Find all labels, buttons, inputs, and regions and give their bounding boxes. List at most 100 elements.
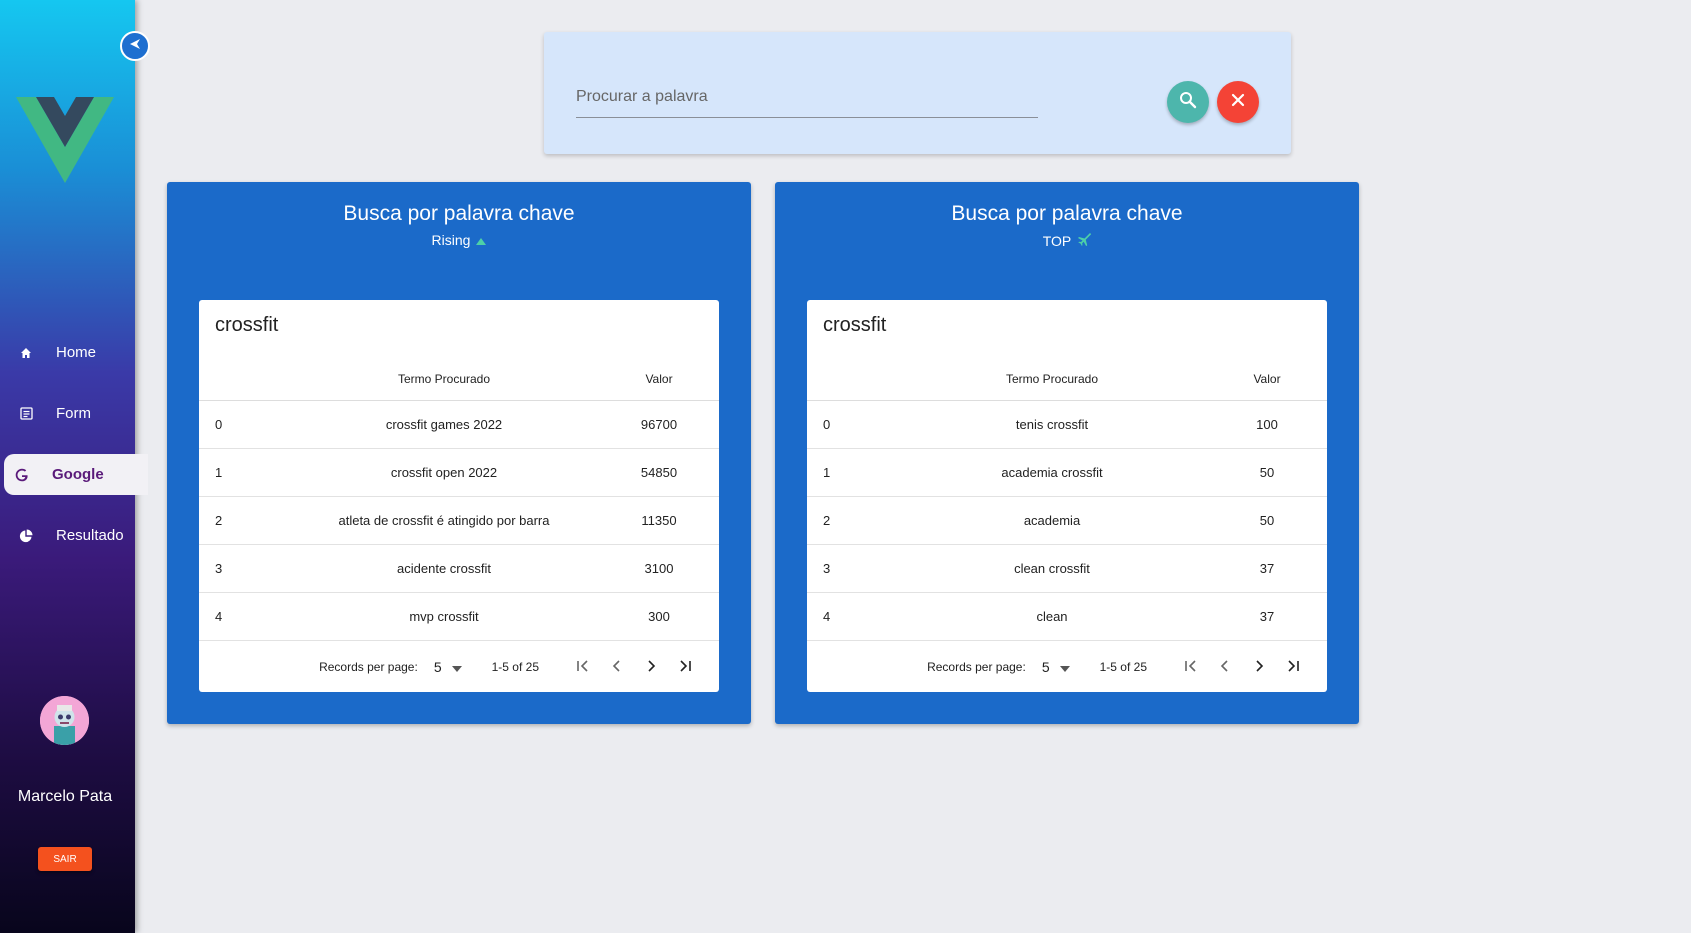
row-term: tenis crossfit (897, 400, 1207, 449)
last-page-button[interactable] (673, 655, 697, 679)
panel-title: Busca por palavra chave (343, 202, 575, 225)
row-value: 300 (599, 592, 719, 641)
row-value: 3100 (599, 544, 719, 593)
first-page-button[interactable] (1179, 655, 1203, 679)
page-range: 1-5 of 25 (491, 660, 539, 674)
previous-page-button[interactable] (1213, 655, 1237, 679)
data-table: Termo Procurado Valor 0 tenis crossfit 1… (807, 358, 1327, 641)
sidebar-item-home[interactable]: Home (0, 332, 148, 373)
records-per-page-select[interactable]: 5 (434, 659, 462, 675)
collapse-sidebar-button[interactable] (120, 31, 150, 61)
column-header-value[interactable]: Valor (599, 358, 719, 401)
first-page-icon (1184, 659, 1198, 676)
table-row[interactable]: 0 tenis crossfit 100 (807, 400, 1327, 449)
page-range: 1-5 of 25 (1099, 660, 1147, 674)
search-button[interactable] (1167, 81, 1209, 123)
arrow-left-icon (129, 37, 141, 55)
google-icon (14, 467, 30, 483)
form-icon (18, 406, 34, 422)
records-per-page-label: Records per page: (927, 660, 1026, 674)
records-per-page-label: Records per page: (319, 660, 418, 674)
search-card (544, 32, 1291, 154)
arrow-up-icon (476, 232, 487, 248)
avatar[interactable] (40, 696, 89, 745)
table-row[interactable]: 3 acidente crossfit 3100 (199, 544, 719, 593)
table-row[interactable]: 2 academia 50 (807, 496, 1327, 545)
chevron-right-icon (1252, 659, 1266, 676)
caret-down-icon (451, 659, 462, 675)
row-index: 1 (807, 448, 897, 497)
table-pagination: Records per page: 5 1-5 of 25 (199, 642, 719, 692)
table-row[interactable]: 0 crossfit games 2022 96700 (199, 400, 719, 449)
sidebar-item-google[interactable]: Google (4, 454, 148, 495)
column-header-index[interactable] (199, 358, 289, 401)
table-row[interactable]: 2 atleta de crossfit é atingido por barr… (199, 496, 719, 545)
next-page-button[interactable] (1247, 655, 1271, 679)
row-index: 4 (199, 592, 289, 641)
row-index: 0 (199, 400, 289, 449)
chevron-left-icon (1218, 659, 1232, 676)
panel-subtitle-label: TOP (1042, 232, 1072, 249)
data-table-card: crossfit Termo Procurado Valor 0 crossfi… (199, 300, 719, 692)
table-pagination: Records per page: 5 1-5 of 25 (807, 642, 1327, 692)
row-value: 37 (1207, 592, 1327, 641)
records-per-page-value: 5 (1041, 659, 1050, 675)
records-per-page-select[interactable]: 5 (1042, 659, 1070, 675)
row-term: mvp crossfit (289, 592, 599, 641)
table-title: crossfit (215, 314, 279, 336)
search-input[interactable] (576, 76, 1038, 118)
data-table-card: crossfit Termo Procurado Valor 0 tenis c… (807, 300, 1327, 692)
table-row[interactable]: 1 academia crossfit 50 (807, 448, 1327, 497)
home-icon (18, 345, 34, 361)
table-header-row: Termo Procurado Valor (807, 358, 1327, 401)
panel-subtitle: Rising (167, 232, 751, 248)
column-header-term[interactable]: Termo Procurado (289, 358, 599, 401)
row-index: 2 (199, 496, 289, 545)
table-title: crossfit (823, 314, 887, 336)
column-header-value[interactable]: Valor (1207, 358, 1327, 401)
row-index: 3 (807, 544, 897, 593)
panel-subtitle-label: Rising (431, 232, 471, 248)
chevron-left-icon (610, 659, 624, 676)
last-page-icon (1286, 659, 1300, 676)
row-term: clean (897, 592, 1207, 641)
row-value: 50 (1207, 448, 1327, 497)
chevron-right-icon (644, 659, 658, 676)
row-value: 50 (1207, 496, 1327, 545)
sidebar-item-label: Google (52, 466, 104, 483)
table-row[interactable]: 4 mvp crossfit 300 (199, 592, 719, 641)
row-value: 100 (1207, 400, 1327, 449)
row-term: crossfit open 2022 (289, 448, 599, 497)
search-icon (1179, 91, 1197, 114)
column-header-index[interactable] (807, 358, 897, 401)
caret-down-icon (1059, 659, 1070, 675)
previous-page-button[interactable] (605, 655, 629, 679)
row-value: 96700 (599, 400, 719, 449)
last-page-button[interactable] (1281, 655, 1305, 679)
chart-pie-icon (18, 528, 34, 544)
sidebar-item-form[interactable]: Form (0, 393, 148, 434)
table-row[interactable]: 3 clean crossfit 37 (807, 544, 1327, 593)
first-page-icon (576, 659, 590, 676)
panel-title: Busca por palavra chave (951, 202, 1183, 225)
row-index: 2 (807, 496, 897, 545)
user-name: Marcelo Pata (17, 788, 113, 805)
next-page-button[interactable] (639, 655, 663, 679)
last-page-icon (678, 659, 692, 676)
sidebar: Home Form Google Resultado Marcelo Pata … (0, 0, 148, 933)
airplane-icon (1077, 232, 1092, 249)
table-header-row: Termo Procurado Valor (199, 358, 719, 401)
data-table: Termo Procurado Valor 0 crossfit games 2… (199, 358, 719, 641)
row-value: 11350 (599, 496, 719, 545)
records-per-page-value: 5 (433, 659, 442, 675)
table-row[interactable]: 1 crossfit open 2022 54850 (199, 448, 719, 497)
sidebar-item-resultado[interactable]: Resultado (0, 515, 148, 556)
first-page-button[interactable] (571, 655, 595, 679)
clear-button[interactable] (1217, 81, 1259, 123)
sidebar-item-label: Form (56, 405, 91, 422)
row-index: 0 (807, 400, 897, 449)
logout-button[interactable]: SAIR (38, 847, 92, 871)
table-row[interactable]: 4 clean 37 (807, 592, 1327, 641)
row-value: 37 (1207, 544, 1327, 593)
column-header-term[interactable]: Termo Procurado (897, 358, 1207, 401)
